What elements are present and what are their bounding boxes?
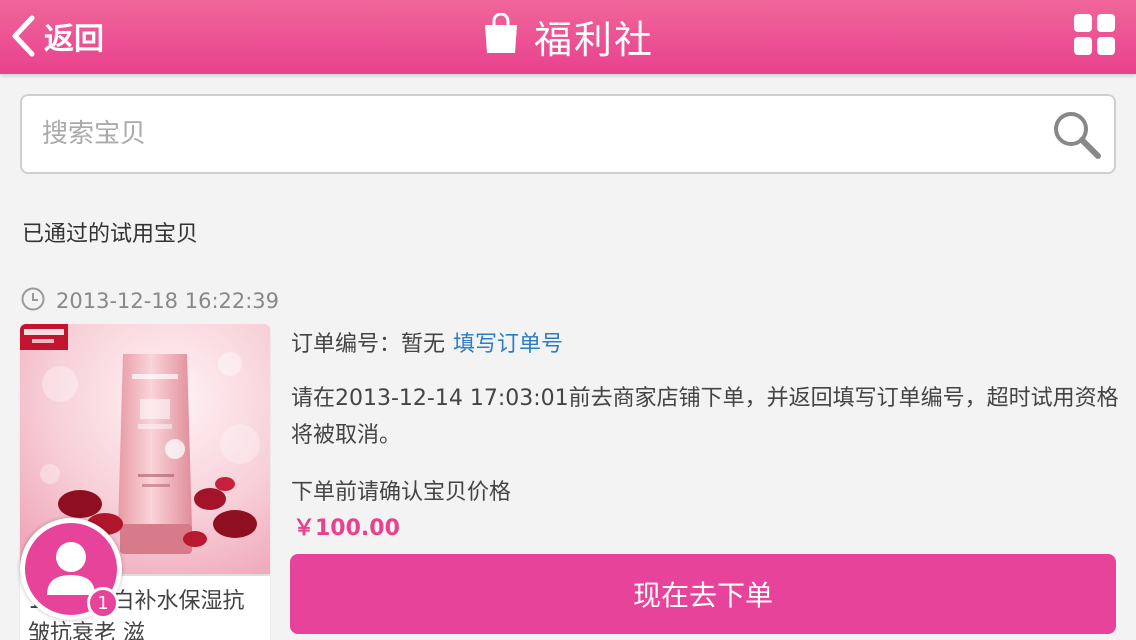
- order-number-label: 订单编号：: [291, 332, 402, 357]
- grid-menu-button[interactable]: [1074, 14, 1116, 56]
- clock-icon: [20, 286, 46, 316]
- product-price: ￥100.00: [293, 516, 400, 541]
- notification-badge: 1: [87, 587, 119, 619]
- search-icon[interactable]: [1050, 108, 1104, 162]
- search-input[interactable]: [42, 110, 1002, 158]
- page-title: 福利社: [0, 8, 1136, 64]
- order-number-row: 订单编号： 暂无 填写订单号: [291, 326, 563, 358]
- order-deadline-notice: 请在2013-12-14 17:03:01前去商家店铺下单，并返回填写订单编号，…: [291, 386, 1119, 448]
- grid-icon: [1074, 14, 1116, 60]
- trial-time-row: 2013-12-18 16:22:39: [20, 286, 279, 316]
- order-number-value: 暂无: [401, 332, 446, 357]
- top-bar: 返回 福利社: [0, 0, 1136, 74]
- search-box: [20, 94, 1116, 174]
- shopping-bag-icon: [482, 12, 520, 59]
- trial-timestamp: 2013-12-18 16:22:39: [56, 289, 280, 313]
- section-title: 已通过的试用宝贝: [22, 222, 199, 247]
- order-now-button[interactable]: 现在去下单: [290, 554, 1116, 634]
- fill-order-number-link[interactable]: 填写订单号: [453, 326, 563, 358]
- confirm-price-label: 下单前请确认宝贝价格: [291, 480, 512, 505]
- title-text: 福利社: [533, 17, 654, 62]
